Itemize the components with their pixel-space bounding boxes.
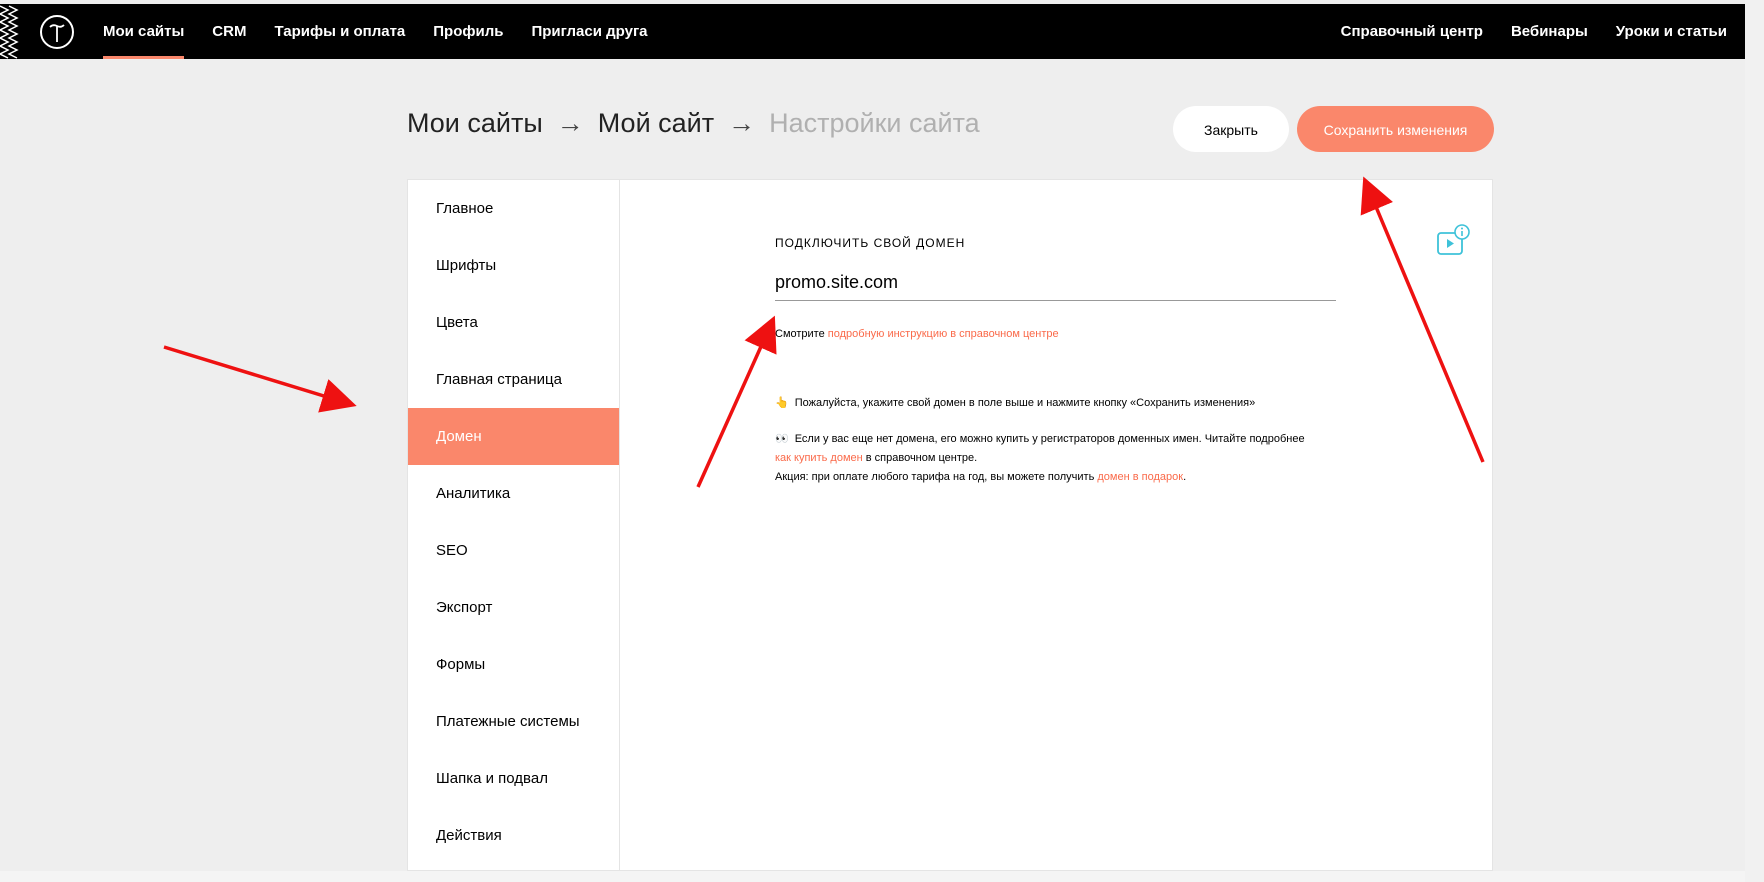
nav-item-my-sites[interactable]: Мои сайты (103, 4, 185, 59)
video-help-icon[interactable] (1436, 224, 1470, 258)
how-to-buy-domain-link[interactable]: как купить домен (775, 452, 863, 464)
breadcrumb-separator: → (556, 108, 584, 138)
settings-panel: Главное Шрифты Цвета Главная страница До… (407, 179, 1493, 871)
section-title: ПОДКЛЮЧИТЬ СВОЙ ДОМЕН (775, 236, 966, 250)
sidebar-item-main[interactable]: Главное (408, 180, 619, 237)
sidebar-item-payment-systems[interactable]: Платежные системы (408, 693, 619, 750)
eyes-icon: 👀 (775, 433, 789, 445)
taskbar-strip (0, 871, 1745, 882)
nav-item-profile[interactable]: Профиль (433, 4, 503, 59)
sidebar-item-seo[interactable]: SEO (408, 522, 619, 579)
sidebar-item-forms[interactable]: Формы (408, 636, 619, 693)
close-button[interactable]: Закрыть (1173, 106, 1289, 152)
promo-text: Акция: при оплате любого тарифа на год, … (775, 471, 1095, 483)
tilda-logo-icon[interactable] (40, 15, 74, 49)
buy-domain-note: 👀 Если у вас еще нет домена, его можно ку… (775, 430, 1305, 487)
sidebar-item-home-page[interactable]: Главная страница (408, 351, 619, 408)
settings-sidebar: Главное Шрифты Цвета Главная страница До… (408, 180, 620, 870)
nav-item-webinars[interactable]: Вебинары (1511, 4, 1588, 59)
promo-suffix: . (1183, 471, 1187, 483)
domain-hint: 👆 Пожалуйста, укажите свой домен в поле в… (775, 396, 1255, 409)
pointing-hand-icon: 👆 (775, 397, 789, 409)
window-scrollbar[interactable] (1745, 0, 1764, 882)
help-prefix: Смотрите (775, 328, 825, 340)
buy-domain-suffix: в справочном центре. (865, 452, 978, 464)
sidebar-item-export[interactable]: Экспорт (408, 579, 619, 636)
zigzag-decoration-icon (0, 5, 19, 59)
save-changes-button[interactable]: Сохранить изменения (1297, 106, 1494, 152)
nav-item-help-center[interactable]: Справочный центр (1341, 4, 1483, 59)
domain-input[interactable] (775, 264, 1336, 301)
secondary-menu: Справочный центр Вебинары Уроки и статьи (1313, 4, 1745, 59)
sidebar-item-analytics[interactable]: Аналитика (408, 465, 619, 522)
nav-item-plans-billing[interactable]: Тарифы и оплата (274, 4, 405, 59)
nav-item-crm[interactable]: CRM (212, 4, 246, 59)
sidebar-item-domain[interactable]: Домен (408, 408, 619, 465)
arrow-to-domain-tab (163, 345, 357, 413)
nav-item-lessons-articles[interactable]: Уроки и статьи (1616, 4, 1727, 59)
main-menu: Мои сайты CRM Тарифы и оплата Профиль Пр… (103, 4, 676, 59)
breadcrumb-my-site[interactable]: Мой сайт (598, 108, 714, 138)
domain-settings-content: ПОДКЛЮЧИТЬ СВОЙ ДОМЕН Смотрите подробную… (620, 180, 1492, 870)
breadcrumb: Мои сайты → Мой сайт → Настройки сайта (407, 108, 980, 139)
buy-domain-text: Если у вас еще нет домена, его можно куп… (794, 433, 1305, 445)
sidebar-item-header-footer[interactable]: Шапка и подвал (408, 750, 619, 807)
help-center-instruction-link[interactable]: подробную инструкцию в справочном центре (828, 328, 1059, 340)
help-instruction: Смотрите подробную инструкцию в справочн… (775, 328, 1059, 340)
breadcrumb-my-sites[interactable]: Мои сайты (407, 108, 543, 138)
breadcrumb-separator: → (728, 108, 756, 138)
domain-hint-text: Пожалуйста, укажите свой домен в поле вы… (794, 397, 1256, 409)
breadcrumb-current-page: Настройки сайта (769, 108, 980, 138)
sidebar-item-fonts[interactable]: Шрифты (408, 237, 619, 294)
sidebar-item-colors[interactable]: Цвета (408, 294, 619, 351)
sidebar-item-actions[interactable]: Действия (408, 807, 619, 864)
free-domain-link[interactable]: домен в подарок (1097, 471, 1183, 483)
nav-item-invite-friend[interactable]: Пригласи друга (531, 4, 647, 59)
top-navigation-bar: Мои сайты CRM Тарифы и оплата Профиль Пр… (0, 4, 1745, 59)
